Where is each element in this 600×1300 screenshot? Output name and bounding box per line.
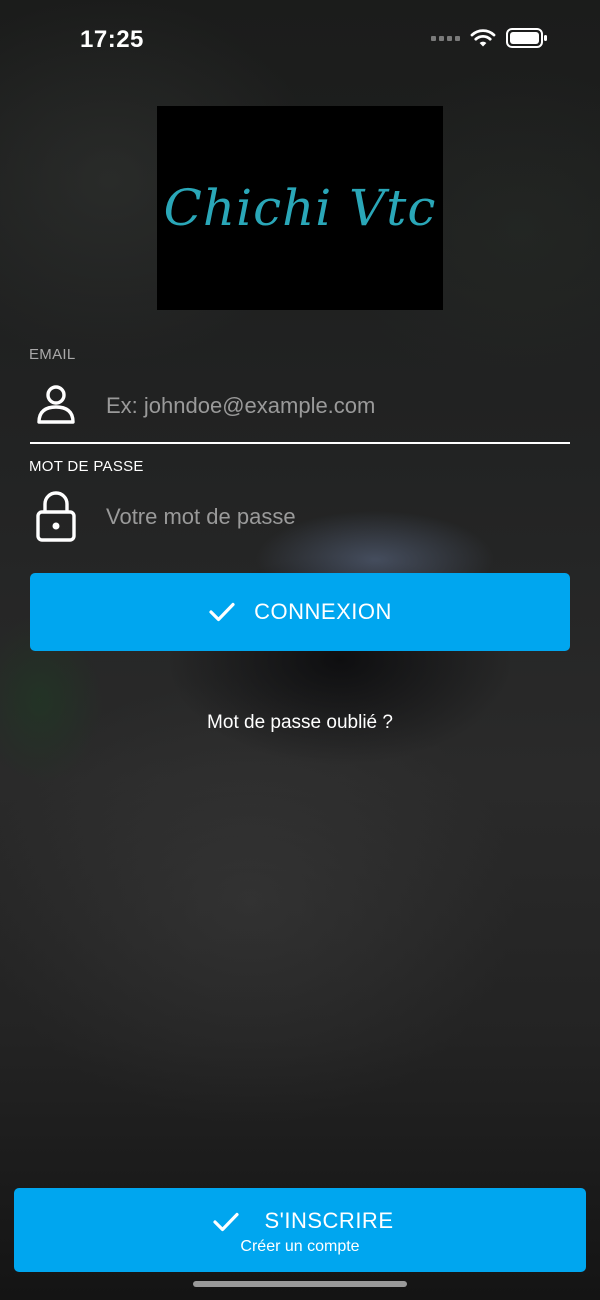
logo-text: Chichi Vtc <box>163 179 437 237</box>
signal-icon <box>431 35 460 41</box>
email-label: EMAIL <box>29 346 76 363</box>
wifi-icon <box>470 29 496 47</box>
signup-subtitle: Créer un compte <box>240 1238 360 1255</box>
login-screen: 17:25 Chichi Vtc EMAIL MOT DE PASSE <box>0 0 600 1300</box>
app-logo: Chichi Vtc <box>157 106 443 310</box>
status-icons <box>431 28 548 48</box>
signup-title: S'INSCRIRE <box>264 1208 394 1233</box>
check-icon <box>209 602 235 622</box>
login-button-label: CONNEXION <box>254 599 392 624</box>
home-indicator <box>193 1281 407 1287</box>
password-field[interactable] <box>106 495 566 539</box>
signup-button[interactable]: S'INSCRIRE Créer un compte <box>14 1188 586 1272</box>
status-time: 17:25 <box>80 26 144 53</box>
password-label: MOT DE PASSE <box>29 458 144 475</box>
battery-icon <box>506 28 547 48</box>
user-icon <box>37 385 75 424</box>
login-button[interactable]: CONNEXION <box>30 573 570 651</box>
email-field[interactable] <box>106 384 566 428</box>
lock-icon <box>36 491 76 542</box>
forgot-password-link[interactable]: Mot de passe oublié ? <box>0 712 600 734</box>
email-underline <box>30 442 570 444</box>
